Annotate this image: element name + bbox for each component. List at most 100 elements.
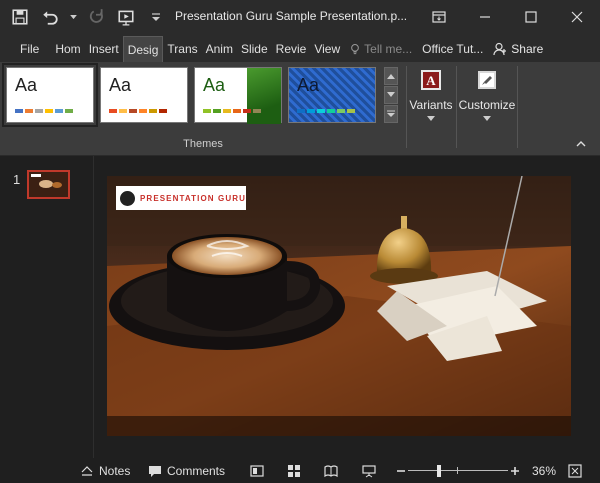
tab-insert[interactable]: Insert [85,36,123,62]
minimize-icon [480,16,490,18]
tell-me-box[interactable]: Tell me... [344,36,418,62]
chevron-down-icon [427,116,435,121]
title-bar: Presentation Guru Sample Presentation.p.… [0,0,600,34]
zoom-slider[interactable] [408,464,508,478]
gallery-scroll-up-button[interactable] [384,67,398,85]
theme-pattern[interactable]: Aa [288,67,376,123]
theme-sample-text: Aa [203,75,226,95]
gallery-scroller [384,67,398,123]
collapse-ribbon-icon[interactable] [576,140,586,148]
share-button[interactable]: Share [487,36,549,62]
save-icon [12,9,28,25]
slide-photo [107,176,571,436]
customize-label: Customize [458,98,516,112]
tab-animations[interactable]: Anim [202,36,237,62]
undo-button[interactable] [38,5,62,29]
redo-icon [89,9,103,23]
zoom-level[interactable]: 36% [532,464,556,478]
tab-review[interactable]: Revie [272,36,311,62]
maximize-button[interactable] [508,0,554,34]
more-icon [387,110,395,117]
variants-button[interactable]: A Variants [407,66,455,130]
group-separator [517,66,518,148]
undo-dropdown-button[interactable] [68,5,78,29]
variants-label: Variants [409,98,453,112]
theme-sample-text: Aa [297,75,320,95]
minimize-button[interactable] [462,0,508,34]
start-from-beginning-button[interactable] [114,5,138,29]
themes-group-label: Themes [183,138,223,150]
window-title: Presentation Guru Sample Presentation.p.… [175,9,408,23]
slideshow-icon [118,10,134,26]
chevron-down-icon [483,116,491,121]
zoom-out-button[interactable] [394,464,408,478]
tab-slide-show[interactable]: Slide [237,36,272,62]
zoom-slider-track [408,469,508,471]
logo-text: PRESENTATION GURU [140,193,246,203]
gallery-scroll-down-button[interactable] [384,86,398,104]
maximize-icon [525,11,537,23]
slide-sorter-button[interactable] [287,464,301,478]
minus-icon [397,469,405,472]
fit-slide-button[interactable] [568,463,582,478]
comment-icon [149,465,161,477]
save-button[interactable] [8,5,32,29]
close-button[interactable] [554,0,600,34]
chevron-up-icon [387,74,395,79]
status-bar: Notes Comments 36% [0,458,600,483]
tab-home[interactable]: Hom [51,36,84,62]
customize-icon [478,71,496,89]
normal-view-icon [250,464,264,477]
ribbon-display-options-button[interactable] [416,0,462,34]
close-icon [571,11,583,23]
group-separator [456,66,457,148]
customize-button[interactable]: Customize [459,66,515,130]
slide-thumbnails-pane: 1 [0,156,94,458]
customize-qat-button[interactable] [144,5,168,29]
zoom-slider-thumb[interactable] [437,464,441,477]
variants-icon: A [421,70,441,90]
window-controls [416,0,600,34]
person-icon [493,42,507,56]
logo-mark [120,190,135,206]
share-label: Share [511,42,544,56]
tab-view[interactable]: View [310,36,344,62]
gallery-more-button[interactable] [384,105,398,123]
comments-button[interactable]: Comments [148,464,225,478]
undo-icon [43,11,58,25]
account-name[interactable]: Office Tut... [418,36,487,62]
tell-me-placeholder: Tell me... [364,42,413,56]
slide-sorter-icon [288,464,300,477]
book-icon [324,464,338,477]
theme-color-swatches [297,109,355,113]
themes-gallery: Aa Aa Aa Aa [2,63,376,131]
reading-view-button[interactable] [324,464,338,478]
theme-sample-text: Aa [109,75,132,95]
zoom-slider-center-mark [457,466,458,474]
presentation-guru-logo: PRESENTATION GURU [116,186,246,210]
design-ribbon: Aa Aa Aa Aa A Variants Customize Themes [0,62,600,156]
tab-design[interactable]: Desig [122,36,164,62]
slide-thumbnail[interactable] [27,170,70,199]
notes-icon [81,465,93,476]
quick-access-toolbar [0,0,168,34]
comments-label: Comments [167,463,226,478]
slide-number: 1 [13,172,21,187]
notes-label: Notes [99,463,131,478]
editor-area: 1 PRESENTATION GURU [0,156,600,458]
slide-show-button[interactable] [362,464,376,478]
tab-transitions[interactable]: Trans [163,36,201,62]
theme-facet[interactable]: Aa [194,67,282,124]
tab-file[interactable]: File [0,36,51,62]
normal-view-button[interactable] [250,464,264,478]
zoom-in-button[interactable] [508,464,522,478]
theme-office-2[interactable]: Aa [100,67,188,123]
ribbon-display-icon [432,11,446,23]
notes-button[interactable]: Notes [80,464,130,478]
theme-office[interactable]: Aa [2,63,98,127]
theme-sample-text: Aa [15,75,38,95]
redo-button[interactable] [84,5,108,29]
lightbulb-icon [351,43,359,54]
slide-canvas[interactable] [107,176,571,436]
plus-icon [511,466,519,475]
